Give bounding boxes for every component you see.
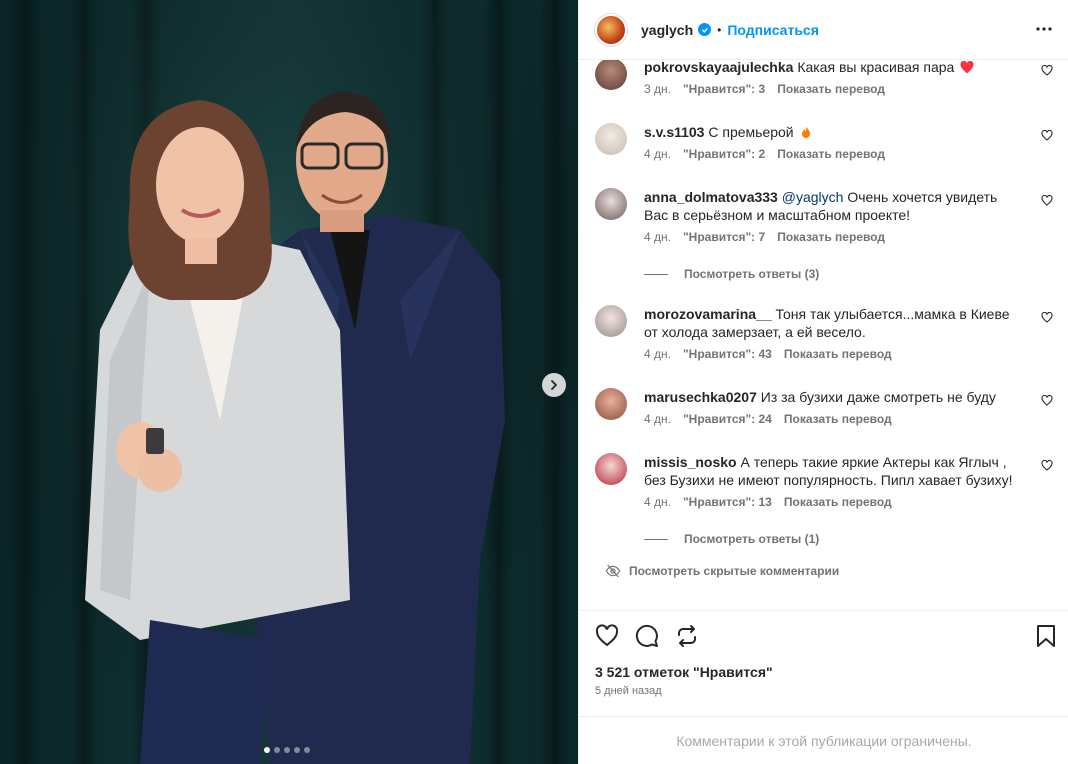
- comment-age: 4 дн.: [644, 230, 671, 244]
- comments-limited-notice: Комментарии к этой публикации ограничены…: [579, 716, 1068, 764]
- view-replies-button[interactable]: Посмотреть ответы (1): [644, 532, 819, 546]
- comment-age: 4 дн.: [644, 495, 671, 509]
- carousel-dot: [294, 747, 300, 753]
- commenter-avatar[interactable]: [595, 305, 627, 337]
- translate-link[interactable]: Показать перевод: [784, 412, 892, 426]
- post-date: 5 дней назад: [595, 685, 662, 697]
- like-comment-icon[interactable]: [1041, 194, 1053, 209]
- commenter-username[interactable]: morozovamarina__: [644, 306, 772, 322]
- commenter-avatar[interactable]: [595, 188, 627, 220]
- comment-icon[interactable]: [635, 624, 659, 651]
- comment-likes[interactable]: "Нравится": 43: [683, 347, 772, 361]
- translate-link[interactable]: Показать перевод: [777, 147, 885, 161]
- post-side-panel: yaglych • Подписаться pokrovskayaajulech…: [578, 0, 1068, 764]
- commenter-username[interactable]: anna_dolmatova333: [644, 189, 778, 205]
- like-comment-icon[interactable]: [1041, 129, 1053, 144]
- commenter-avatar[interactable]: [595, 388, 627, 420]
- view-replies-label: Посмотреть ответы (1): [684, 532, 820, 546]
- comment-likes[interactable]: "Нравится": 3: [683, 82, 765, 96]
- fire-emoji-icon: [801, 126, 810, 138]
- chevron-right-icon: [551, 380, 557, 390]
- comment-meta: 4 дн. "Нравится": 43 Показать перевод: [644, 347, 1024, 361]
- comment-text: С премьерой: [708, 124, 794, 140]
- header-separator: •: [717, 22, 722, 37]
- comment-body: pokrovskayaajulechka Какая вы красивая п…: [644, 60, 1024, 96]
- comment-likes[interactable]: "Нравится": 24: [683, 412, 772, 426]
- view-hidden-comments-button[interactable]: Посмотреть скрытые комментарии: [605, 563, 839, 579]
- comment-meta: 3 дн. "Нравится": 3 Показать перевод: [644, 82, 1024, 96]
- commenter-avatar[interactable]: [595, 453, 627, 485]
- replies-divider: [644, 273, 668, 275]
- save-icon[interactable]: [1035, 624, 1057, 651]
- next-slide-button[interactable]: [542, 373, 566, 397]
- author-username[interactable]: yaglych: [641, 22, 693, 38]
- commenter-avatar[interactable]: [595, 60, 627, 90]
- carousel-dot: [284, 747, 290, 753]
- comment-likes[interactable]: "Нравится": 2: [683, 147, 765, 161]
- post-viewer: yaglych • Подписаться pokrovskayaajulech…: [0, 0, 1068, 764]
- carousel-dot: [274, 747, 280, 753]
- view-replies-label: Посмотреть ответы (3): [684, 267, 820, 281]
- author-avatar[interactable]: [595, 13, 627, 46]
- like-comment-icon[interactable]: [1041, 64, 1053, 79]
- photo-scene: [0, 0, 578, 764]
- view-replies-button[interactable]: Посмотреть ответы (3): [644, 267, 819, 281]
- translate-link[interactable]: Показать перевод: [777, 82, 885, 96]
- comment-meta: 4 дн. "Нравится": 13 Показать перевод: [644, 495, 1024, 509]
- comment-meta: 4 дн. "Нравится": 7 Показать перевод: [644, 230, 1024, 244]
- comment-age: 3 дн.: [644, 82, 671, 96]
- like-icon[interactable]: [595, 624, 619, 651]
- carousel-dot: [264, 747, 270, 753]
- comment-age: 4 дн.: [644, 347, 671, 361]
- carousel-dot: [304, 747, 310, 753]
- comment-age: 4 дн.: [644, 147, 671, 161]
- follow-button[interactable]: Подписаться: [727, 22, 819, 38]
- comment-meta: 4 дн. "Нравится": 24 Показать перевод: [644, 412, 1024, 426]
- comment-body: morozovamarina__ Тоня так улыбается...ма…: [644, 305, 1024, 361]
- commenter-username[interactable]: s.v.s1103: [644, 124, 704, 140]
- comments-list[interactable]: pokrovskayaajulechka Какая вы красивая п…: [579, 60, 1068, 610]
- more-options-icon[interactable]: [1035, 20, 1053, 41]
- heart-emoji-icon: [960, 60, 974, 74]
- translate-link[interactable]: Показать перевод: [784, 347, 892, 361]
- replies-divider: [644, 538, 668, 540]
- like-comment-icon[interactable]: [1041, 459, 1053, 474]
- comment-body: missis_nosko А теперь такие яркие Актеры…: [644, 453, 1024, 509]
- repost-icon[interactable]: [675, 624, 699, 651]
- post-header: yaglych • Подписаться: [579, 0, 1068, 60]
- like-comment-icon[interactable]: [1041, 311, 1053, 326]
- commenter-username[interactable]: missis_nosko: [644, 454, 737, 470]
- like-comment-icon[interactable]: [1041, 394, 1053, 409]
- commenter-username[interactable]: pokrovskayaajulechka: [644, 60, 793, 75]
- comment-text: Из за бузихи даже смотреть не буду: [760, 389, 996, 405]
- comment-likes[interactable]: "Нравится": 7: [683, 230, 765, 244]
- translate-link[interactable]: Показать перевод: [777, 230, 885, 244]
- commenter-avatar[interactable]: [595, 123, 627, 155]
- comment-likes[interactable]: "Нравится": 13: [683, 495, 772, 509]
- comment-meta: 4 дн. "Нравится": 2 Показать перевод: [644, 147, 1024, 161]
- view-hidden-comments-label: Посмотреть скрытые комментарии: [629, 564, 840, 578]
- post-actions-bar: [579, 610, 1068, 660]
- comment-body: anna_dolmatova333 @yaglych Очень хочется…: [644, 188, 1024, 244]
- post-photo[interactable]: [0, 0, 578, 764]
- comment-text: Какая вы красивая пара: [797, 60, 955, 75]
- translate-link[interactable]: Показать перевод: [784, 495, 892, 509]
- verified-badge-icon: [698, 23, 712, 36]
- comment-mention[interactable]: @yaglych: [782, 189, 844, 205]
- comment-body: marusechka0207 Из за бузихи даже смотрет…: [644, 388, 1024, 426]
- comment-age: 4 дн.: [644, 412, 671, 426]
- eye-off-icon: [605, 564, 621, 578]
- carousel-indicator: [264, 747, 310, 753]
- commenter-username[interactable]: marusechka0207: [644, 389, 757, 405]
- comment-body: s.v.s1103 С премьерой 4 дн. "Нравится": …: [644, 123, 1024, 161]
- likes-count[interactable]: 3 521 отметок "Нравится": [595, 664, 773, 680]
